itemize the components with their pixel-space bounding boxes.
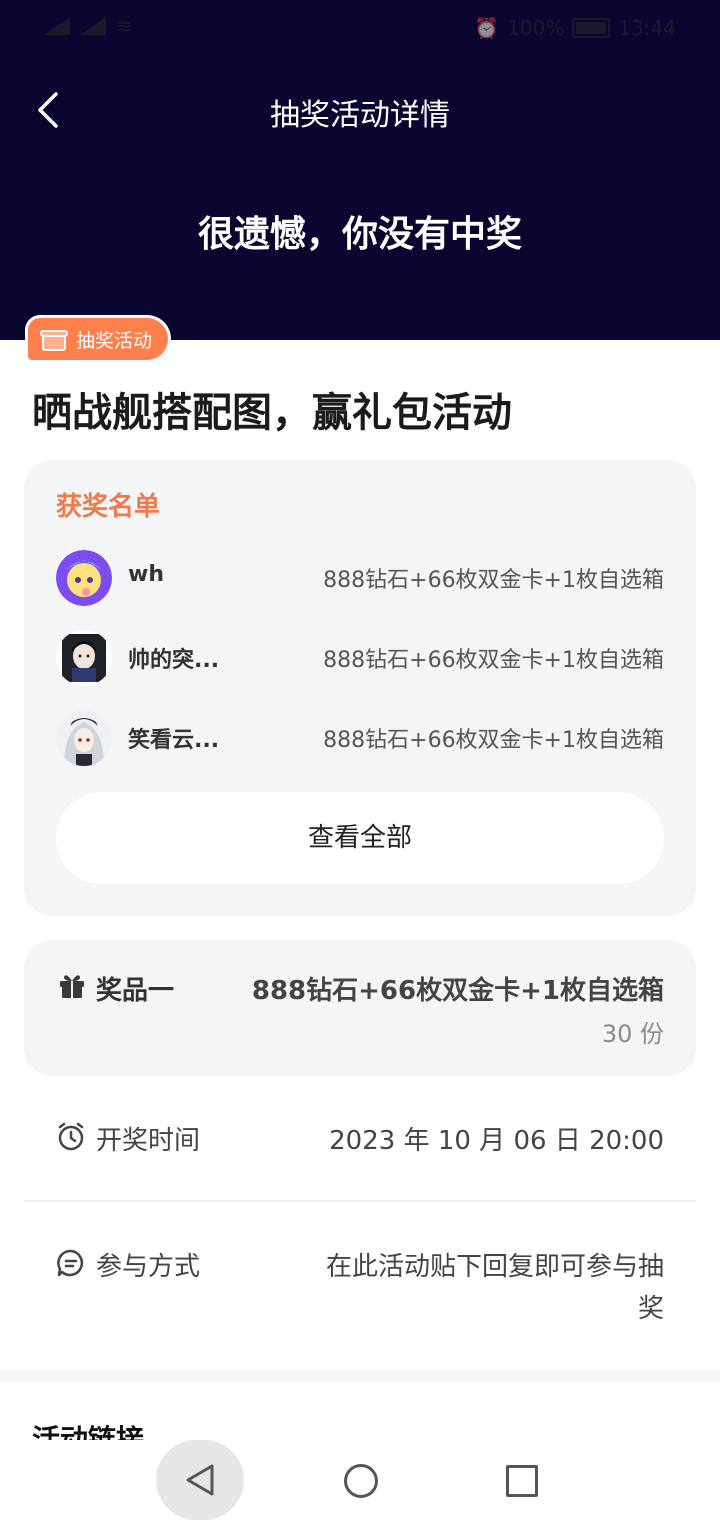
winner-row[interactable]: wh 888钻石+66枚双金卡+1枚自选箱	[56, 550, 664, 610]
section-divider	[0, 1370, 720, 1382]
draw-time-label: 开奖时间	[96, 1126, 201, 1156]
participation-value-line1: 在此活动贴下回复即可参与抽	[325, 1252, 664, 1282]
winner-row[interactable]: 帅的突... 888钻石+66枚双金卡+1枚自选箱	[56, 630, 664, 690]
signal-icon	[80, 17, 106, 35]
status-bar: ≋ ⏰ 100% 13:44	[0, 0, 720, 56]
battery-level: 100%	[507, 16, 565, 40]
result-message: 很遗憾，你没有中奖	[197, 214, 522, 255]
winner-row[interactable]: 笑看云... 888钻石+66枚双金卡+1枚自选箱	[56, 710, 664, 770]
alarm-clock-icon	[58, 1122, 84, 1151]
triangle-back-icon	[186, 1464, 214, 1496]
view-all-button[interactable]: 查看全部	[56, 792, 664, 884]
activity-tag-label: 抽奖活动	[76, 329, 153, 352]
winners-card: 获奖名单 wh 888钻石+66枚双金卡+1枚自选箱 帅的突... 888钻石+…	[24, 460, 696, 916]
prize-label: 奖品一	[96, 976, 175, 1006]
alarm-icon: ⏰	[474, 16, 500, 40]
activity-tag: 抽奖活动	[28, 318, 169, 360]
avatar	[56, 630, 112, 686]
prize-card: 奖品一 888钻石+66枚双金卡+1枚自选箱 30 份	[24, 940, 696, 1076]
clock: 13:44	[618, 16, 676, 40]
participation-row: 参与方式 在此活动贴下回复即可参与抽 奖	[24, 1226, 696, 1346]
gift-icon	[40, 327, 68, 351]
divider	[24, 1200, 696, 1202]
winner-prize: 888钻石+66枚双金卡+1枚自选箱	[323, 728, 664, 753]
nav-recents-button[interactable]	[506, 1465, 538, 1497]
status-left: ≋	[44, 14, 133, 38]
nav-home-button[interactable]	[344, 1464, 378, 1498]
wifi-icon: ≋	[116, 14, 133, 38]
winner-name: 帅的突...	[128, 648, 220, 673]
avatar	[56, 550, 112, 606]
gift-icon	[60, 975, 84, 998]
winner-name: 笑看云...	[128, 728, 220, 753]
winner-prize: 888钻石+66枚双金卡+1枚自选箱	[323, 648, 664, 673]
activity-title: 晒战舰搭配图，赢礼包活动	[32, 390, 512, 436]
prize-count: 30 份	[601, 1020, 664, 1048]
winner-name: wh	[128, 562, 164, 587]
winner-prize: 888钻石+66枚双金卡+1枚自选箱	[323, 568, 664, 593]
participation-label: 参与方式	[96, 1252, 201, 1282]
page-title: 抽奖活动详情	[270, 98, 450, 133]
draw-time-row: 开奖时间 2023 年 10 月 06 日 20:00	[24, 1100, 696, 1180]
battery-icon	[572, 18, 611, 38]
draw-time-value: 2023 年 10 月 06 日 20:00	[329, 1126, 664, 1156]
signal-icon	[44, 17, 70, 35]
avatar	[56, 710, 112, 766]
nav-back-button[interactable]	[156, 1440, 244, 1520]
status-right: ⏰ 100% 13:44	[474, 16, 676, 40]
participation-value-line2: 奖	[637, 1294, 664, 1324]
chat-bubble-icon	[57, 1249, 84, 1277]
prize-name: 888钻石+66枚双金卡+1枚自选箱	[251, 976, 664, 1006]
system-nav-bar	[0, 1440, 720, 1520]
winners-title: 获奖名单	[56, 492, 161, 522]
